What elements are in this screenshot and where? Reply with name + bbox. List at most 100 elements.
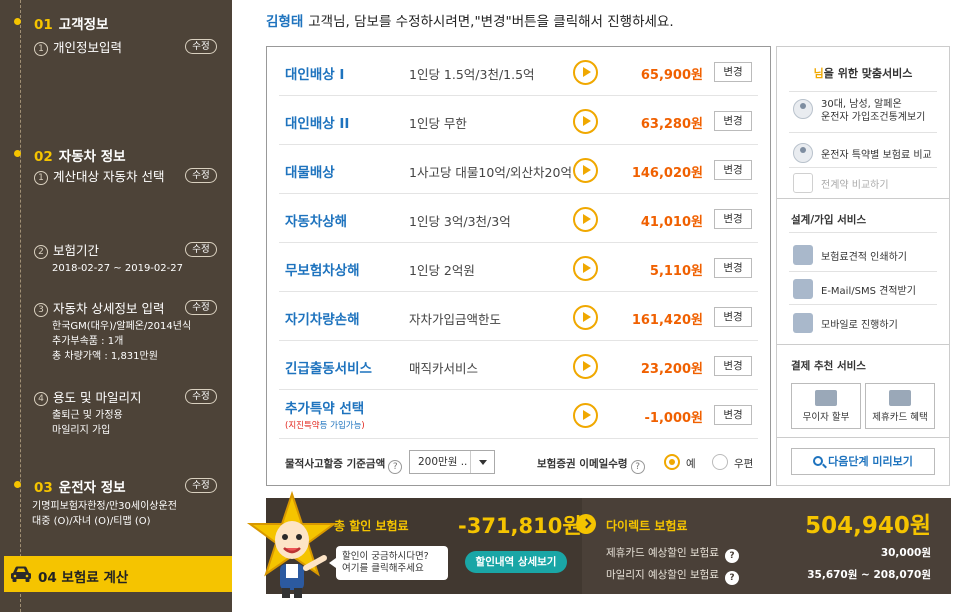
help-icon[interactable]: ? [724, 571, 739, 585]
coverage-row: 자동차상해 1인당 3억/3천/3억 41,010원 변경 [279, 194, 758, 243]
coverage-table: 대인배상 I 1인당 1.5억/3천/1.5억 65,900원 변경 대인배상 II 1인… [266, 46, 771, 486]
change-button[interactable]: 변경 [714, 160, 752, 180]
coverage-name[interactable]: 대인배상 II [285, 112, 349, 132]
section-divider [777, 198, 949, 199]
card-discount-label: 제휴카드 예상할인 보험료? [606, 545, 739, 563]
sub-step-period: 2 보험기간 [34, 240, 99, 259]
play-icon[interactable] [573, 158, 598, 183]
interest-free-installment-button[interactable]: 무이자 할부 [791, 383, 861, 429]
change-button[interactable]: 변경 [714, 209, 752, 229]
edit-usage-button[interactable]: 수정 [185, 389, 217, 404]
printer-icon [793, 245, 813, 265]
coverage-name[interactable]: 자기차량손해 [285, 308, 360, 328]
change-button[interactable]: 변경 [714, 62, 752, 82]
discount-hint-bubble[interactable]: 할인이 궁금하시다면? 여기를 클릭해주세요 [329, 546, 448, 580]
premium-summary-bar: 총 할인 보험료 -371,810원 할인이 궁금하시다면? 여기를 클릭해주세… [246, 490, 951, 598]
play-icon[interactable] [573, 403, 598, 428]
edit-period-button[interactable]: 수정 [185, 242, 217, 257]
help-icon[interactable]: ? [724, 549, 739, 563]
step-dot [14, 481, 21, 488]
step-dot [14, 150, 21, 157]
coverage-price: 63,280원 [640, 117, 703, 132]
total-discount-value: -371,810원 [458, 514, 582, 538]
coins-icon [815, 390, 837, 406]
play-icon[interactable] [573, 109, 598, 134]
person-icon [793, 99, 813, 119]
direct-premium-value: 504,940원 [805, 513, 931, 539]
coverage-row: 대인배상 II 1인당 무한 63,280원 변경 [279, 96, 758, 145]
divider [789, 132, 937, 133]
play-icon[interactable] [573, 60, 598, 85]
section-divider [777, 344, 949, 345]
edit-driver-button[interactable]: 수정 [185, 478, 217, 493]
play-icon[interactable] [573, 305, 598, 330]
property-threshold-select[interactable]: 200만원 .. [409, 450, 495, 474]
coverage-row: 대인배상 I 1인당 1.5억/3천/1.5억 65,900원 변경 [279, 47, 758, 96]
email-post-radio[interactable] [712, 454, 728, 470]
coverage-name[interactable]: 자동차상해 [285, 210, 347, 230]
coverage-options-footer: 물적사고할증 기준금액? 200만원 .. 보험증권 이메일수령? 예 우편 [279, 439, 758, 485]
change-button[interactable]: 변경 [714, 111, 752, 131]
coverage-price: 23,200원 [640, 362, 703, 377]
change-button[interactable]: 변경 [714, 356, 752, 376]
customer-name: 김형태 [266, 14, 304, 30]
step-customer-info[interactable]: 01 고객정보 [14, 13, 108, 33]
help-icon[interactable]: ? [630, 460, 645, 474]
help-icon[interactable]: ? [388, 460, 403, 474]
edit-car-detail-button[interactable]: 수정 [185, 300, 217, 315]
play-icon[interactable] [573, 207, 598, 232]
step-car-info[interactable]: 02 자동차 정보 [14, 145, 126, 165]
coverage-limit: 1인당 2억원 [409, 263, 475, 278]
email-yes-label: 예 [686, 458, 696, 470]
coverage-name[interactable]: 대인배상 I [285, 63, 344, 83]
progress-sidebar: 01 고객정보 1 개인정보입력 수정 02 자동차 정보 1 계산대상 자동차 선택 … [0, 0, 232, 612]
design-service-heading: 설계/가입 서비스 [791, 214, 867, 226]
divider [789, 304, 937, 305]
change-button[interactable]: 변경 [714, 405, 752, 425]
custom-service-title: 님을 위한 맞춤서비스 [813, 67, 913, 80]
card-discount-value: 30,000원 [880, 547, 931, 559]
coverage-limit: 1사고당 대물10억/외산차20억 [409, 165, 572, 180]
email-policy-label: 보험증권 이메일수령? [537, 456, 645, 474]
section-divider [777, 437, 949, 438]
mobile-icon [793, 313, 813, 333]
car-icon [11, 566, 31, 582]
coverage-name[interactable]: 대물배상 [285, 161, 335, 181]
coverage-price: 65,900원 [640, 68, 703, 83]
coverage-limit: 자차가입금액한도 [409, 312, 502, 327]
custom-service-panel: 님을 위한 맞춤서비스 30대, 남성, 알페온 운전자 가입조건통계보기 운전자… [776, 46, 950, 486]
coverage-price: 161,420원 [631, 313, 703, 328]
car-detail-text: 한국GM(대우)/알페온/2014년식 추가부속품 : 1개 총 차량가액 : … [52, 321, 192, 362]
coverage-limit: 매직카서비스 [409, 361, 479, 376]
edit-customer-button[interactable]: 수정 [185, 39, 217, 54]
change-button[interactable]: 변경 [714, 258, 752, 278]
coverage-price: 5,110원 [649, 264, 703, 279]
play-icon[interactable] [573, 256, 598, 281]
coverage-name[interactable]: 무보험차상해 [285, 259, 360, 279]
document-icon [793, 173, 813, 193]
email-yes-radio[interactable] [664, 454, 680, 470]
edit-car-select-button[interactable]: 수정 [185, 168, 217, 183]
discount-detail-button[interactable]: 할인내역 상세보기 [465, 551, 567, 573]
change-button[interactable]: 변경 [714, 307, 752, 327]
payment-service-heading: 결제 추천 서비스 [791, 360, 866, 372]
play-icon[interactable] [573, 354, 598, 379]
driver-detail-text: 기명피보험자한정/만30세이상운전 대중 (O)/자녀 (O)/티맵 (O) [32, 501, 177, 527]
coverage-subnote: (지진특약등 가입가능) [285, 421, 365, 431]
next-step-preview-button[interactable]: 다음단계 미리보기 [791, 448, 935, 475]
coverage-price: 41,010원 [640, 215, 703, 230]
partner-card-benefit-button[interactable]: 제휴카드 혜택 [865, 383, 935, 429]
instruction-text: 김형태 고객님, 담보를 수정하시려면,"변경"버튼을 클릭해서 진행하세요. [266, 14, 674, 30]
coverage-limit: 1인당 3억/3천/3억 [409, 214, 511, 229]
coverage-name[interactable]: 추가특약 선택 [285, 397, 364, 417]
mail-icon [793, 279, 813, 299]
step-driver-info[interactable]: 03 운전자 정보 [14, 476, 126, 496]
step-premium-calc-active[interactable]: 04 보험료 계산 [4, 556, 232, 592]
direct-premium-label: 다이렉트 보험료 [606, 519, 688, 533]
total-discount-label: 총 할인 보험료 [334, 519, 409, 533]
coverage-limit: 1인당 1.5억/3천/1.5억 [409, 67, 535, 82]
usage-detail-text: 출퇴근 및 가정용 마일리지 가입 [52, 410, 123, 436]
chevron-right-icon [576, 514, 596, 534]
coverage-row: 긴급출동서비스 매직카서비스 23,200원 변경 [279, 341, 758, 390]
coverage-name[interactable]: 긴급출동서비스 [285, 357, 372, 377]
